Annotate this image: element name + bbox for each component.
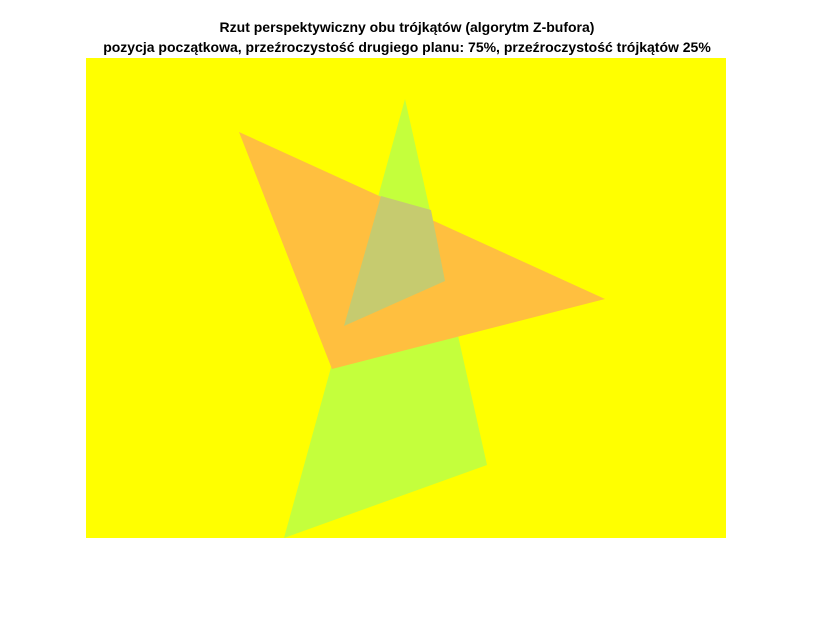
render-canvas xyxy=(86,58,726,538)
title-line-1: Rzut perspektywiczny obu trójkątów (algo… xyxy=(219,19,595,35)
scene-svg xyxy=(86,58,726,538)
figure-title: Rzut perspektywiczny obu trójkątów (algo… xyxy=(0,17,814,57)
title-line-2: pozycja początkowa, przeźroczystość drug… xyxy=(103,39,711,55)
